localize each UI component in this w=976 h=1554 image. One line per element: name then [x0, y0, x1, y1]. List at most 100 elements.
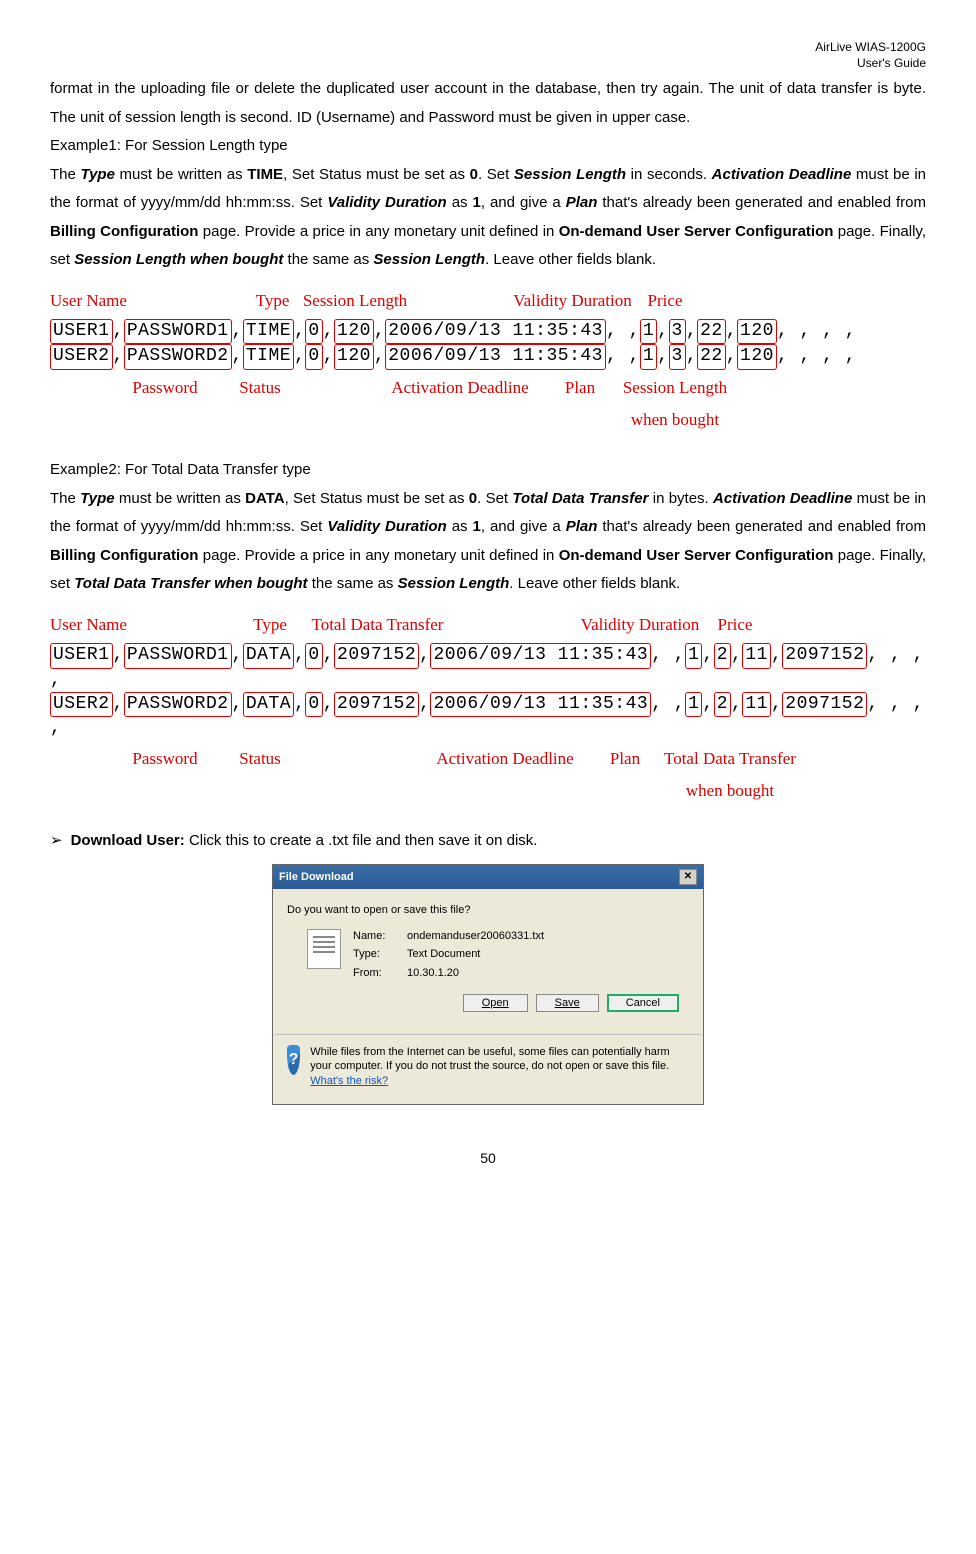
dialog-titlebar: File Download ✕	[273, 865, 703, 889]
t: On-demand User Server Configuration	[559, 223, 834, 240]
t: page. Provide a price in any monetary un…	[198, 223, 558, 240]
lbl-price: Price	[705, 609, 765, 641]
lbl-username: User Name	[50, 285, 120, 317]
t: Total Data Transfer	[664, 743, 796, 775]
t: when bought	[686, 775, 774, 807]
whats-the-risk-link[interactable]: What's the risk?	[310, 1075, 388, 1087]
lbl-type: Type	[250, 285, 295, 317]
download-user-row: ➢ Download User: Click this to create a …	[50, 827, 926, 856]
lbl-password: Password	[120, 372, 210, 404]
t: Session Length	[514, 166, 626, 183]
t: must be written as	[115, 166, 247, 183]
t: in bytes.	[648, 490, 713, 507]
example2-title: Example2: For Total Data Transfer type	[50, 456, 926, 485]
cancel-button[interactable]: Cancel	[607, 994, 679, 1012]
lbl-password: Password	[120, 743, 210, 775]
type-label: Type:	[353, 947, 401, 961]
t: must be written as	[115, 490, 246, 507]
t: in seconds.	[626, 166, 712, 183]
page-header: AirLive WIAS-1200G User's Guide	[50, 40, 926, 71]
from-label: From:	[353, 966, 401, 980]
dialog-wrap: File Download ✕ Do you want to open or s…	[50, 864, 926, 1105]
open-button[interactable]: Open	[463, 994, 528, 1012]
file-icon	[307, 929, 341, 969]
t: The	[50, 490, 80, 507]
t: Save	[555, 997, 580, 1009]
t: the same as	[283, 251, 373, 268]
t: . Leave other fields blank.	[509, 575, 680, 592]
lbl-tdt: Total Data Transfer	[295, 609, 460, 641]
t: Type	[80, 166, 114, 183]
download-user-text: Download User: Click this to create a .t…	[71, 827, 538, 856]
t: , and give a	[481, 194, 566, 211]
t: Validity Duration	[327, 194, 446, 211]
t: Session Length when bought	[74, 251, 283, 268]
t: that's already been generated and enable…	[597, 518, 926, 535]
t: when bought	[631, 404, 719, 436]
t: page. Provide a price in any monetary un…	[198, 547, 558, 564]
header-line2: User's Guide	[50, 56, 926, 72]
t: the same as	[308, 575, 398, 592]
t: , Set Status must be set as	[283, 166, 470, 183]
download-user-desc: Click this to create a .txt file and the…	[189, 832, 538, 849]
data-rows: USER1,PASSWORD1,TIME,0,120,2006/09/13 11…	[50, 319, 926, 370]
lbl-actdl: Activation Deadline	[410, 743, 600, 775]
close-button[interactable]: ✕	[679, 869, 697, 885]
file-download-dialog: File Download ✕ Do you want to open or s…	[272, 864, 704, 1105]
body-text: format in the uploading file or delete t…	[50, 75, 926, 132]
t: , and give a	[481, 518, 566, 535]
t: . Leave other fields blank.	[485, 251, 656, 268]
intro-p1: format in the uploading file or delete t…	[50, 80, 926, 126]
name-value: ondemanduser20060331.txt	[407, 929, 544, 943]
lbl-valdur: Validity Duration	[510, 285, 635, 317]
save-button[interactable]: Save	[536, 994, 599, 1012]
name-label: Name:	[353, 929, 401, 943]
t: as	[447, 194, 473, 211]
figure-example2: User Name Type Total Data Transfer Valid…	[50, 609, 926, 807]
dialog-question: Do you want to open or save this file?	[287, 903, 689, 917]
lbl-tdtwb: Total Data Transfer when bought	[650, 743, 810, 808]
lbl-status: Status	[210, 743, 310, 775]
figure-example1: User Name Type Session Length Validity D…	[50, 285, 926, 437]
t: Activation Deadline	[713, 490, 852, 507]
example1-body: The Type must be written as TIME, Set St…	[50, 161, 926, 275]
t: DATA	[245, 490, 284, 507]
lbl-status: Status	[210, 372, 310, 404]
header-line1: AirLive WIAS-1200G	[50, 40, 926, 56]
example1-title: Example1: For Session Length type	[50, 132, 926, 161]
download-user-label: Download User:	[71, 832, 189, 849]
t: Validity Duration	[327, 518, 446, 535]
shield-icon: ?	[287, 1045, 300, 1075]
t: Open	[482, 997, 509, 1009]
lbl-valdur: Validity Duration	[575, 609, 705, 641]
t: Plan	[566, 518, 598, 535]
t: Activation Deadline	[712, 166, 852, 183]
data-rows: USER1,PASSWORD1,DATA,0,2097152,2006/09/1…	[50, 643, 926, 741]
lbl-plan: Plan	[600, 743, 650, 775]
page-number: 50	[50, 1145, 926, 1172]
bullet-icon: ➢	[50, 827, 63, 856]
t: . Set	[477, 490, 512, 507]
t: While files from the Internet can be use…	[310, 1046, 670, 1072]
t: Billing Configuration	[50, 223, 198, 240]
t: 1	[473, 518, 481, 535]
lbl-plan: Plan	[550, 372, 610, 404]
lbl-username: User Name	[50, 609, 120, 641]
t: TIME	[247, 166, 283, 183]
t: Session Length	[398, 575, 510, 592]
t: , Set Status must be set as	[285, 490, 469, 507]
t: Plan	[566, 194, 598, 211]
from-value: 10.30.1.20	[407, 966, 544, 980]
t: 0	[470, 166, 478, 183]
t: that's already been generated and enable…	[597, 194, 926, 211]
t: 1	[473, 194, 481, 211]
lbl-price: Price	[635, 285, 695, 317]
t: Billing Configuration	[50, 547, 198, 564]
t: Total Data Transfer when bought	[74, 575, 307, 592]
t: Type	[80, 490, 114, 507]
warning-text: While files from the Internet can be use…	[310, 1045, 689, 1088]
lbl-actdl: Activation Deadline	[370, 372, 550, 404]
dialog-title: File Download	[279, 870, 354, 884]
t: Total Data Transfer	[512, 490, 648, 507]
t: Session Length	[373, 251, 485, 268]
